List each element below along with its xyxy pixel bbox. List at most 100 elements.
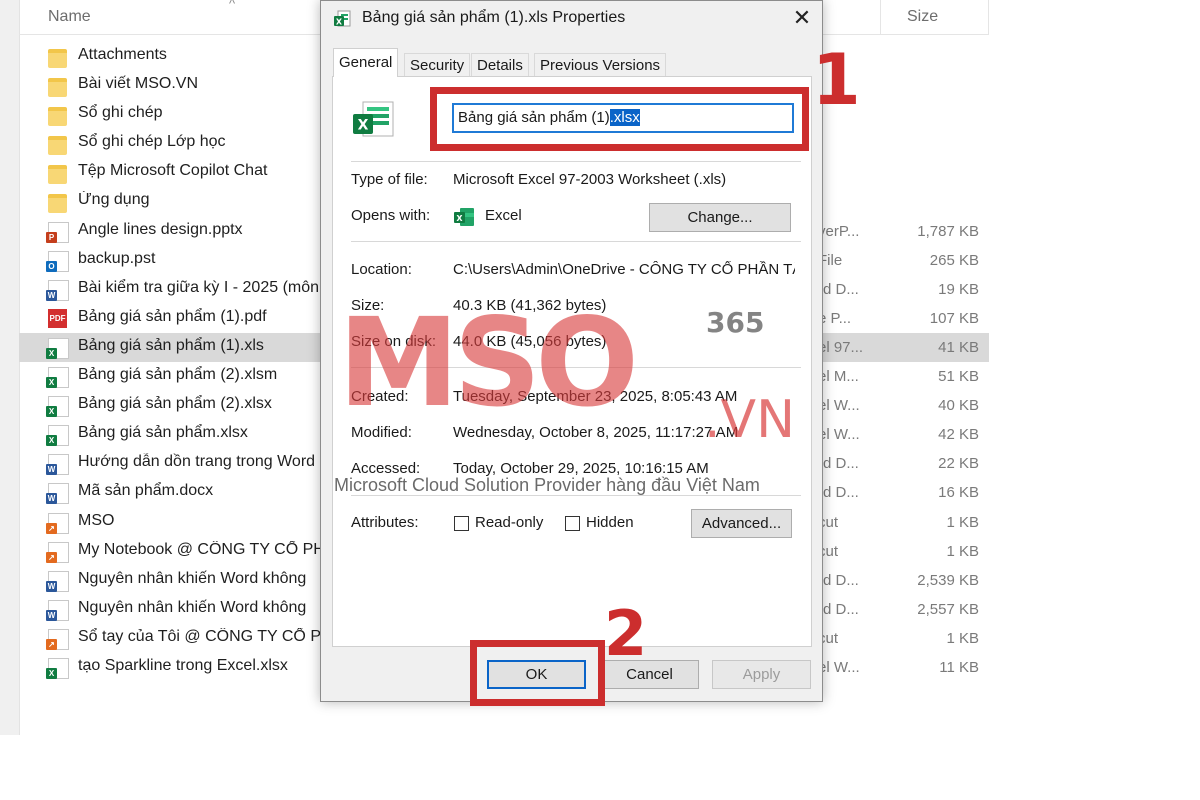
excel-icon: X [46,425,69,447]
word-icon: W [46,279,69,301]
file-name: Hướng dẫn dồn trang trong Word [78,453,316,471]
file-size: 40 KB [938,397,979,415]
file-name: Bảng giá sản phẩm (2).xlsm [78,366,278,384]
file-name: Bảng giá sản phẩm.xlsx [78,424,248,442]
type-of-file-label: Type of file: [351,171,428,188]
excel-file-icon: X [334,10,351,27]
file-size: 19 KB [938,280,979,298]
file-size: 11 KB [939,658,979,676]
excel-icon: X [46,657,69,679]
file-size: 42 KB [938,426,979,444]
shortcut-icon: ↗ [46,512,69,534]
shortcut-icon: ↗ [46,628,69,650]
column-separator[interactable] [880,0,881,34]
folder-icon [48,136,67,156]
file-name: Bài kiểm tra giữa kỳ I - 2025 (môn [78,278,320,296]
modified-value: Wednesday, October 8, 2025, 11:17:27 AM [453,424,739,441]
word-icon: W [46,599,69,621]
advanced-button[interactable]: Advanced... [691,509,792,538]
general-panel: X Bảng giá sản phẩm (1).xlsx Type of fil… [332,76,812,647]
step-number-2: 2 [604,597,648,670]
file-type: cut [818,629,839,647]
file-type: rd D... [818,455,859,473]
file-name: Nguyên nhân khiến Word không [78,569,307,587]
pdf-icon: PDF [48,308,67,328]
folder-icon [48,107,67,127]
file-name: My Notebook @ CÔNG TY CỔ PH [78,540,323,558]
tab-general[interactable]: General [333,48,399,77]
attributes-label: Attributes: [351,514,419,531]
svg-text:X: X [336,18,343,27]
file-type: el W... [818,658,860,676]
word-icon: W [46,483,69,505]
file-type: rd D... [818,571,859,589]
folder-icon [48,165,67,185]
separator [351,241,801,242]
hidden-label[interactable]: Hidden [586,514,634,531]
type-of-file-value: Microsoft Excel 97-2003 Worksheet (.xls) [453,171,727,188]
hidden-checkbox[interactable] [565,516,580,531]
column-name-header[interactable]: Name [48,8,91,26]
separator [351,495,801,496]
file-type: verP... [818,222,860,240]
outlook-icon: O [46,250,69,272]
file-name: Tệp Microsoft Copilot Chat [78,162,268,180]
file-type: e P... [818,309,852,327]
column-separator[interactable] [988,0,989,34]
powerpoint-icon: P [46,221,69,243]
file-size: 1,787 KB [917,222,979,240]
apply-button[interactable]: Apply [712,660,811,689]
file-name: Mã sản phẩm.docx [78,482,214,500]
size-value: 40.3 KB (41,362 bytes) [453,297,607,314]
accessed-value: Today, October 29, 2025, 10:16:15 AM [453,460,709,477]
folder-icon [48,49,67,68]
column-size-header[interactable]: Size [907,8,938,26]
readonly-label[interactable]: Read-only [475,514,543,531]
file-type: rd D... [818,484,859,502]
file-name: Sổ tay của Tôi @ CÔNG TY CỔ PH [78,627,323,645]
file-type: el W... [818,426,860,444]
tab-details[interactable]: Details [471,53,529,76]
shortcut-icon: ↗ [46,541,69,563]
readonly-checkbox[interactable] [454,516,469,531]
highlight-box-ok [470,640,605,706]
separator [351,367,801,368]
file-type: rd D... [818,280,859,298]
step-number-1: 1 [812,39,861,121]
file-name: Bảng giá sản phẩm (1).xls [78,336,264,354]
dialog-title: Bảng giá sản phẩm (1).xls Properties [362,9,626,26]
file-name: Angle lines design.pptx [78,220,243,238]
separator [351,161,801,162]
tab-security[interactable]: Security [404,53,471,76]
file-size: 41 KB [938,338,979,356]
file-type: cut [818,513,839,531]
change-button[interactable]: Change... [649,203,791,232]
file-name: Nguyên nhân khiến Word không [78,598,307,616]
tab-previous-versions[interactable]: Previous Versions [534,53,667,76]
file-type: el M... [818,368,859,386]
file-type: cut [818,542,839,560]
file-size: 107 KB [929,309,979,327]
file-size: 16 KB [938,484,979,502]
location-label: Location: [351,261,412,278]
file-size: 265 KB [929,251,979,269]
excel-icon: X [46,396,69,418]
file-size: 1 KB [946,542,979,560]
word-icon: W [46,454,69,476]
file-size: 1 KB [946,629,979,647]
file-name: Sổ ghi chép [78,104,163,122]
file-size: 51 KB [938,368,979,386]
excel-icon: X [46,337,69,359]
folder-icon [48,78,67,98]
close-button[interactable]: ✕ [786,3,818,33]
file-type: rd D... [818,600,859,618]
file-name: Sổ ghi chép Lớp học [78,133,226,151]
file-name: backup.pst [78,249,156,267]
file-name: Bảng giá sản phẩm (2).xlsx [78,395,272,413]
left-scrollbar[interactable] [0,0,20,735]
folder-icon [48,194,67,214]
file-size: 2,557 KB [917,600,979,618]
file-name: Bài viết MSO.VN [78,75,199,93]
file-name: Ứng dụng [78,191,150,209]
highlight-box-filename [430,87,809,151]
